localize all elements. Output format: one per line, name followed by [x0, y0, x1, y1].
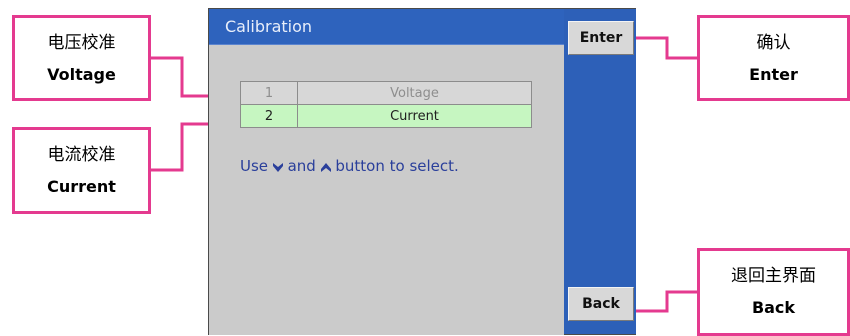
back-softkey[interactable]: Back: [568, 287, 634, 321]
menu-row-label: Voltage: [297, 81, 532, 105]
callout-zh-label: 电流校准: [47, 145, 116, 165]
menu-row-current[interactable]: 2 Current: [240, 104, 532, 128]
selection-hint: Use and button to select.: [240, 157, 459, 176]
enter-leader-line: [630, 36, 697, 60]
callout-en-label: Voltage: [47, 65, 116, 84]
hint-middle: and: [287, 157, 316, 175]
down-arrow-icon: [272, 158, 283, 176]
callout-voltage: 电压校准 Voltage: [12, 15, 151, 101]
callout-en-label: Current: [47, 177, 116, 196]
callout-zh-label: 退回主界面: [731, 266, 816, 286]
callout-enter: 确认 Enter: [697, 15, 850, 101]
up-arrow-icon: [320, 158, 331, 176]
device-screen: Calibration 1 Voltage 2 Current Use and …: [208, 8, 636, 335]
screen-content: 1 Voltage 2 Current Use and button to se…: [209, 45, 564, 335]
callout-zh-label: 电压校准: [47, 33, 116, 53]
callout-back: 退回主界面 Back: [697, 248, 850, 336]
menu-row-label: Current: [297, 104, 532, 128]
menu-row-voltage[interactable]: 1 Voltage: [240, 81, 532, 105]
hint-suffix: button to select.: [335, 157, 459, 175]
menu-row-index: 2: [240, 104, 298, 128]
callout-current: 电流校准 Current: [12, 127, 151, 214]
callout-en-label: Back: [751, 298, 796, 317]
callout-en-label: Enter: [749, 65, 798, 84]
calibration-menu: 1 Voltage 2 Current: [240, 81, 532, 128]
menu-row-index: 1: [240, 81, 298, 105]
back-leader-line: [630, 290, 697, 313]
softkey-column: [565, 9, 636, 334]
hint-prefix: Use: [240, 157, 269, 175]
callout-zh-label: 确认: [756, 33, 791, 53]
screen-title: Calibration: [209, 9, 564, 45]
enter-softkey[interactable]: Enter: [568, 21, 634, 55]
